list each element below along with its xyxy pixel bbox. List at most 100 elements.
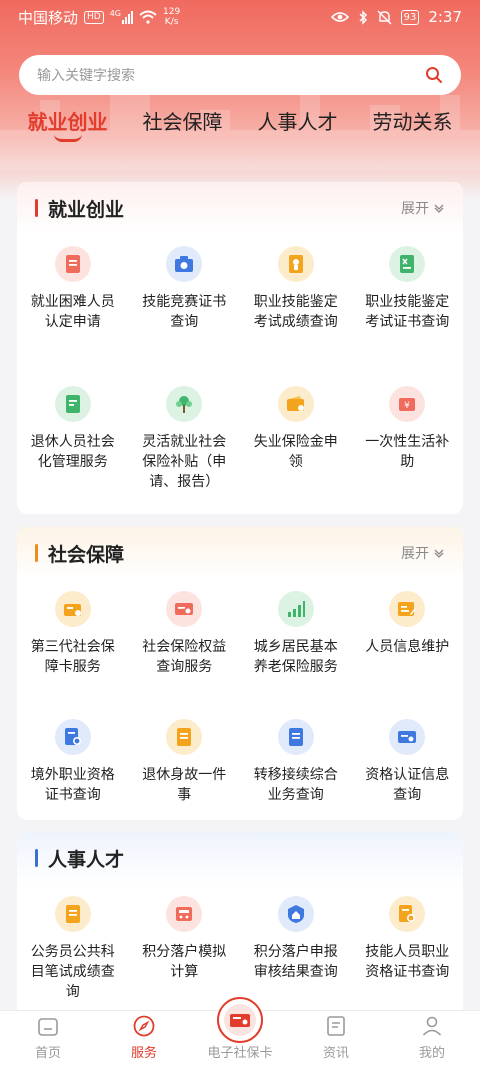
service-grid: 公务员公共科目笔试成绩查询 积分落户模拟计算 积分落户申报审核结果查询 技能人员…	[17, 884, 463, 1002]
service-label: 转移接续综合业务查询	[253, 767, 338, 803]
service-grid: 第三代社会保障卡服务 社会保险权益查询服务 城乡居民基本养老保险服务 人员信息维…	[17, 579, 463, 805]
service-label: 技能人员职业资格证书查询	[365, 944, 450, 980]
section-accent-bar	[35, 544, 38, 562]
section-employment: 就业创业 展开 就业困难人员认定申请 技能竞赛证书查询 职业技能鉴定考试成绩查询	[17, 182, 463, 514]
search-input[interactable]: 输入关键字搜索	[37, 65, 425, 85]
service-label: 职业技能鉴定考试证书查询	[365, 294, 450, 330]
news-icon	[327, 1016, 345, 1036]
expand-label: 展开	[401, 201, 429, 217]
section-header: 就业创业 展开	[17, 182, 463, 234]
service-item[interactable]: ¥ 一次性生活补助	[352, 374, 464, 492]
document-icon	[54, 246, 91, 282]
service-label: 失业保险金申领	[253, 434, 338, 470]
service-label: 职业技能鉴定考试成绩查询	[253, 294, 338, 330]
service-item[interactable]: 资格认证信息查询	[352, 707, 464, 805]
network-type: 4G	[109, 9, 122, 18]
service-item[interactable]: 城乡居民基本养老保险服务	[240, 579, 352, 707]
service-item[interactable]: 人员信息维护	[352, 579, 464, 707]
carrier-name: 中国移动	[18, 8, 79, 27]
home-shield-icon	[277, 896, 314, 932]
service-item[interactable]: 失业保险金申领	[240, 374, 352, 492]
nav-label: 电子社保卡	[207, 1046, 273, 1061]
card-wallet-icon	[54, 591, 91, 627]
expand-button[interactable]: 展开	[401, 198, 445, 218]
id-card-icon	[389, 719, 426, 755]
nav-profile[interactable]: 我的	[384, 1011, 480, 1067]
certificate-icon	[277, 246, 314, 282]
tab-active-indicator	[53, 134, 82, 142]
service-label: 人员信息维护	[365, 639, 450, 655]
nav-label: 资讯	[322, 1046, 349, 1061]
service-label: 城乡居民基本养老保险服务	[253, 639, 338, 675]
section-social-security: 社会保障 展开 第三代社会保障卡服务 社会保险权益查询服务 城乡居民基本养老保险…	[17, 527, 463, 820]
network-speed: 129 K/s	[163, 7, 180, 27]
service-label: 一次性生活补助	[365, 434, 450, 470]
nav-social-card[interactable]: 电子社保卡	[192, 997, 288, 1067]
tab-personnel-talent[interactable]: 人事人才	[258, 104, 338, 150]
certificate-search-icon	[389, 896, 426, 932]
section-title: 人事人才	[48, 848, 125, 871]
search-bar[interactable]: 输入关键字搜索	[19, 55, 461, 95]
service-item[interactable]: 灵活就业社会保险补贴（申请、报告）	[129, 374, 241, 492]
speed-unit: K/s	[164, 17, 179, 27]
service-label: 公务员公共科目笔试成绩查询	[30, 944, 115, 1000]
bar-chart-icon	[277, 591, 314, 627]
nav-label: 我的	[418, 1046, 445, 1061]
wallet-icon	[277, 386, 314, 422]
camera-icon	[166, 246, 203, 282]
service-item[interactable]: 积分落户申报审核结果查询	[240, 884, 352, 1002]
service-item[interactable]: 技能人员职业资格证书查询	[352, 884, 464, 1002]
user-icon	[422, 1016, 442, 1036]
search-icon[interactable]	[425, 66, 443, 84]
compass-icon	[133, 1015, 155, 1037]
service-label: 退休身故一件事	[142, 767, 227, 803]
tab-social-security[interactable]: 社会保障	[143, 104, 223, 150]
tab-labor-relations[interactable]: 劳动关系	[373, 104, 453, 150]
money-icon: ¥	[389, 386, 426, 422]
service-item[interactable]: 转移接续综合业务查询	[240, 707, 352, 805]
service-grid: 就业困难人员认定申请 技能竞赛证书查询 职业技能鉴定考试成绩查询 职业技能鉴定考…	[17, 234, 463, 492]
nav-home[interactable]: 首页	[0, 1011, 96, 1067]
social-security-card-icon	[217, 997, 263, 1043]
service-item[interactable]: 第三代社会保障卡服务	[17, 579, 129, 707]
home-icon	[38, 1018, 58, 1036]
nav-services[interactable]: 服务	[96, 1011, 192, 1067]
excel-doc-icon	[389, 246, 426, 282]
mute-bell-icon	[377, 10, 392, 24]
section-header: 人事人才	[17, 832, 463, 884]
service-item[interactable]: 就业困难人员认定申请	[17, 234, 129, 374]
tab-employment[interactable]: 就业创业	[28, 104, 108, 150]
service-item[interactable]: 公务员公共科目笔试成绩查询	[17, 884, 129, 1002]
service-item[interactable]: 退休人员社会化管理服务	[17, 374, 129, 492]
category-tabs: 就业创业 社会保障 人事人才 劳动关系	[0, 104, 480, 150]
section-accent-bar	[35, 199, 38, 217]
section-title: 社会保障	[48, 543, 125, 566]
service-item[interactable]: 技能竞赛证书查询	[129, 234, 241, 374]
service-item[interactable]: 职业技能鉴定考试证书查询	[352, 234, 464, 374]
signal-icon: 4G	[109, 9, 134, 24]
tab-label: 社会保障	[142, 110, 223, 134]
service-item[interactable]: 职业技能鉴定考试成绩查询	[240, 234, 352, 374]
tree-icon	[166, 386, 203, 422]
service-label: 就业困难人员认定申请	[30, 294, 115, 330]
tab-label: 劳动关系	[372, 110, 453, 134]
service-label: 积分落户模拟计算	[142, 944, 227, 980]
section-header: 社会保障 展开	[17, 527, 463, 579]
service-label: 资格认证信息查询	[365, 767, 450, 803]
expand-label: 展开	[401, 546, 429, 562]
document-icon	[54, 896, 91, 932]
service-item[interactable]: 社会保险权益查询服务	[129, 579, 241, 707]
speed-value: 129	[163, 7, 181, 17]
bluetooth-icon	[359, 9, 367, 25]
service-label: 退休人员社会化管理服务	[30, 434, 115, 470]
chevron-down-icon	[434, 204, 444, 213]
service-item[interactable]: 积分落户模拟计算	[129, 884, 241, 1002]
battery-indicator: 93	[400, 9, 420, 25]
service-label: 社会保险权益查询服务	[142, 639, 227, 675]
tab-label: 人事人才	[257, 110, 338, 134]
tab-label: 就业创业	[27, 110, 108, 134]
expand-button[interactable]: 展开	[401, 543, 445, 563]
nav-news[interactable]: 资讯	[288, 1011, 384, 1067]
service-item[interactable]: 境外职业资格证书查询	[17, 707, 129, 805]
service-item[interactable]: 退休身故一件事	[129, 707, 241, 805]
